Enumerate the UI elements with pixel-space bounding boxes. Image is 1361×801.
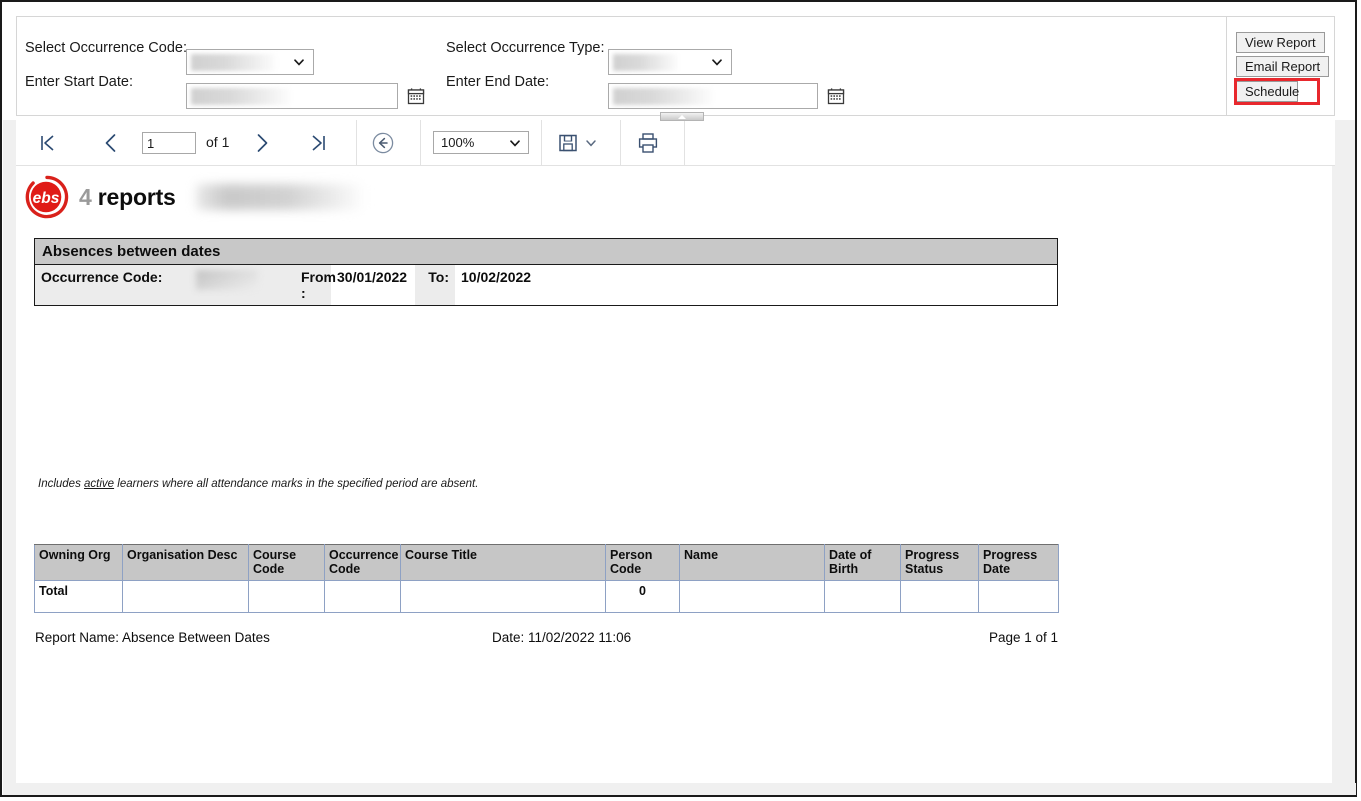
occurrence-code-redacted-value (191, 54, 277, 71)
column-header-occurrence-code: Occurrence Code (324, 544, 401, 581)
summary-occurrence-code-label: Occurrence Code: (35, 265, 190, 305)
column-header-course-title: Course Title (400, 544, 606, 581)
column-header-progress-date: Progress Date (978, 544, 1059, 581)
end-date-redacted-value (613, 88, 713, 105)
zoom-level-value: 100% (441, 135, 475, 150)
calendar-icon[interactable] (407, 87, 425, 105)
note-emphasis: active (84, 478, 115, 490)
report-footer: Report Name: Absence Between Dates Date:… (34, 630, 1058, 650)
note-prefix: Includes (38, 478, 85, 490)
view-report-button[interactable]: View Report (1236, 32, 1325, 53)
summary-filler (545, 265, 1057, 305)
start-date-redacted-value (191, 88, 291, 105)
ebs-logo-icon: ebs (24, 175, 70, 219)
occurrence-type-select[interactable] (608, 49, 732, 75)
report-header: ebs 4 reports (24, 174, 364, 220)
back-arrow-icon[interactable] (371, 131, 395, 155)
last-page-icon[interactable] (306, 131, 330, 155)
svg-text:ebs: ebs (33, 190, 60, 207)
cell-date-of-birth (824, 580, 901, 613)
footer-page: Page 1 of 1 (988, 630, 1058, 645)
occurrence-type-label: Select Occurrence Type: (446, 40, 605, 56)
collapse-up-icon (678, 115, 686, 119)
left-margin-strip (3, 120, 16, 795)
page-total-label: of 1 (206, 134, 230, 150)
email-report-button[interactable]: Email Report (1236, 56, 1330, 77)
chevron-down-icon (712, 59, 722, 66)
report-section-title: Absences between dates (35, 239, 1057, 265)
column-header-date-of-birth: Date of Birth (824, 544, 901, 581)
absences-data-table: Owning Org Organisation Desc Course Code… (34, 544, 1059, 613)
redacted-occurrence-code (196, 270, 258, 290)
report-content-area: ebs 4 reports Absences between dates Occ… (16, 166, 1332, 783)
report-count: 4 (79, 183, 92, 210)
save-floppy-icon[interactable] (556, 131, 580, 155)
page-number-input[interactable] (142, 132, 196, 154)
summary-to-label: To: (415, 265, 455, 305)
end-date-input[interactable] (608, 83, 818, 109)
zoom-level-select[interactable]: 100% (433, 131, 529, 154)
note-suffix: learners where all attendance marks in t… (114, 478, 479, 490)
occurrence-code-select[interactable] (186, 49, 314, 75)
summary-to-value: 10/02/2022 (461, 269, 532, 285)
cell-occurrence-code (324, 580, 401, 613)
parameters-collapse-handle[interactable] (660, 112, 704, 121)
next-page-icon[interactable] (250, 131, 274, 155)
print-icon[interactable] (636, 131, 660, 155)
footer-date: Date: 11/02/2022 11:06 (492, 630, 632, 645)
column-header-course-code: Course Code (248, 544, 325, 581)
column-header-organisation-desc: Organisation Desc (122, 544, 249, 581)
save-group (542, 120, 621, 166)
calendar-icon[interactable] (827, 87, 845, 105)
report-note: Includes active learners where all atten… (38, 478, 478, 490)
cell-organisation-desc (122, 580, 249, 613)
previous-page-icon[interactable] (99, 131, 123, 155)
table-row: Total 0 (34, 580, 1059, 613)
summary-occurrence-code-value (190, 265, 295, 305)
column-header-name: Name (679, 544, 825, 581)
cell-name (679, 580, 825, 613)
chevron-down-icon (294, 59, 304, 66)
cell-progress-date (978, 580, 1059, 613)
cell-owning-org: Total (34, 580, 123, 613)
summary-from-value: 30/01/2022 (337, 269, 408, 285)
cell-person-code: 0 (605, 580, 680, 613)
report-parameters-row: Occurrence Code: From : 30/01/2022 To: 1… (35, 265, 1057, 305)
redacted-organisation-name (195, 184, 364, 210)
column-header-person-code: Person Code (605, 544, 680, 581)
cell-course-code (248, 580, 325, 613)
report-title-text: reports (91, 183, 176, 210)
report-parameters-panel: Select Occurrence Code: Select Occurrenc… (16, 16, 1335, 116)
start-date-input[interactable] (186, 83, 398, 109)
occurrence-code-label: Select Occurrence Code: (25, 40, 187, 56)
occurrence-type-redacted-value (613, 54, 679, 71)
table-header-row: Owning Org Organisation Desc Course Code… (34, 544, 1059, 581)
column-header-owning-org: Owning Org (34, 544, 123, 581)
first-page-icon[interactable] (36, 131, 60, 155)
schedule-highlight-annotation (1234, 78, 1320, 105)
chevron-down-icon[interactable] (584, 137, 598, 149)
start-date-label: Enter Start Date: (25, 74, 133, 90)
end-date-label: Enter End Date: (446, 74, 550, 90)
page-title: 4 reports (79, 184, 176, 211)
report-parameters-summary: Absences between dates Occurrence Code: … (34, 238, 1058, 306)
report-viewer-toolbar: of 1 100% (16, 120, 1335, 166)
cell-progress-status (900, 580, 979, 613)
report-viewer-window: Select Occurrence Code: Select Occurrenc… (0, 0, 1357, 797)
chevron-down-icon (510, 140, 520, 147)
summary-from-label: From : (295, 265, 336, 305)
cell-course-title (400, 580, 606, 613)
bottom-margin-strip (3, 783, 1356, 795)
right-margin-strip (1332, 120, 1355, 783)
column-header-progress-status: Progress Status (900, 544, 979, 581)
footer-report-name: Report Name: Absence Between Dates (35, 630, 270, 645)
